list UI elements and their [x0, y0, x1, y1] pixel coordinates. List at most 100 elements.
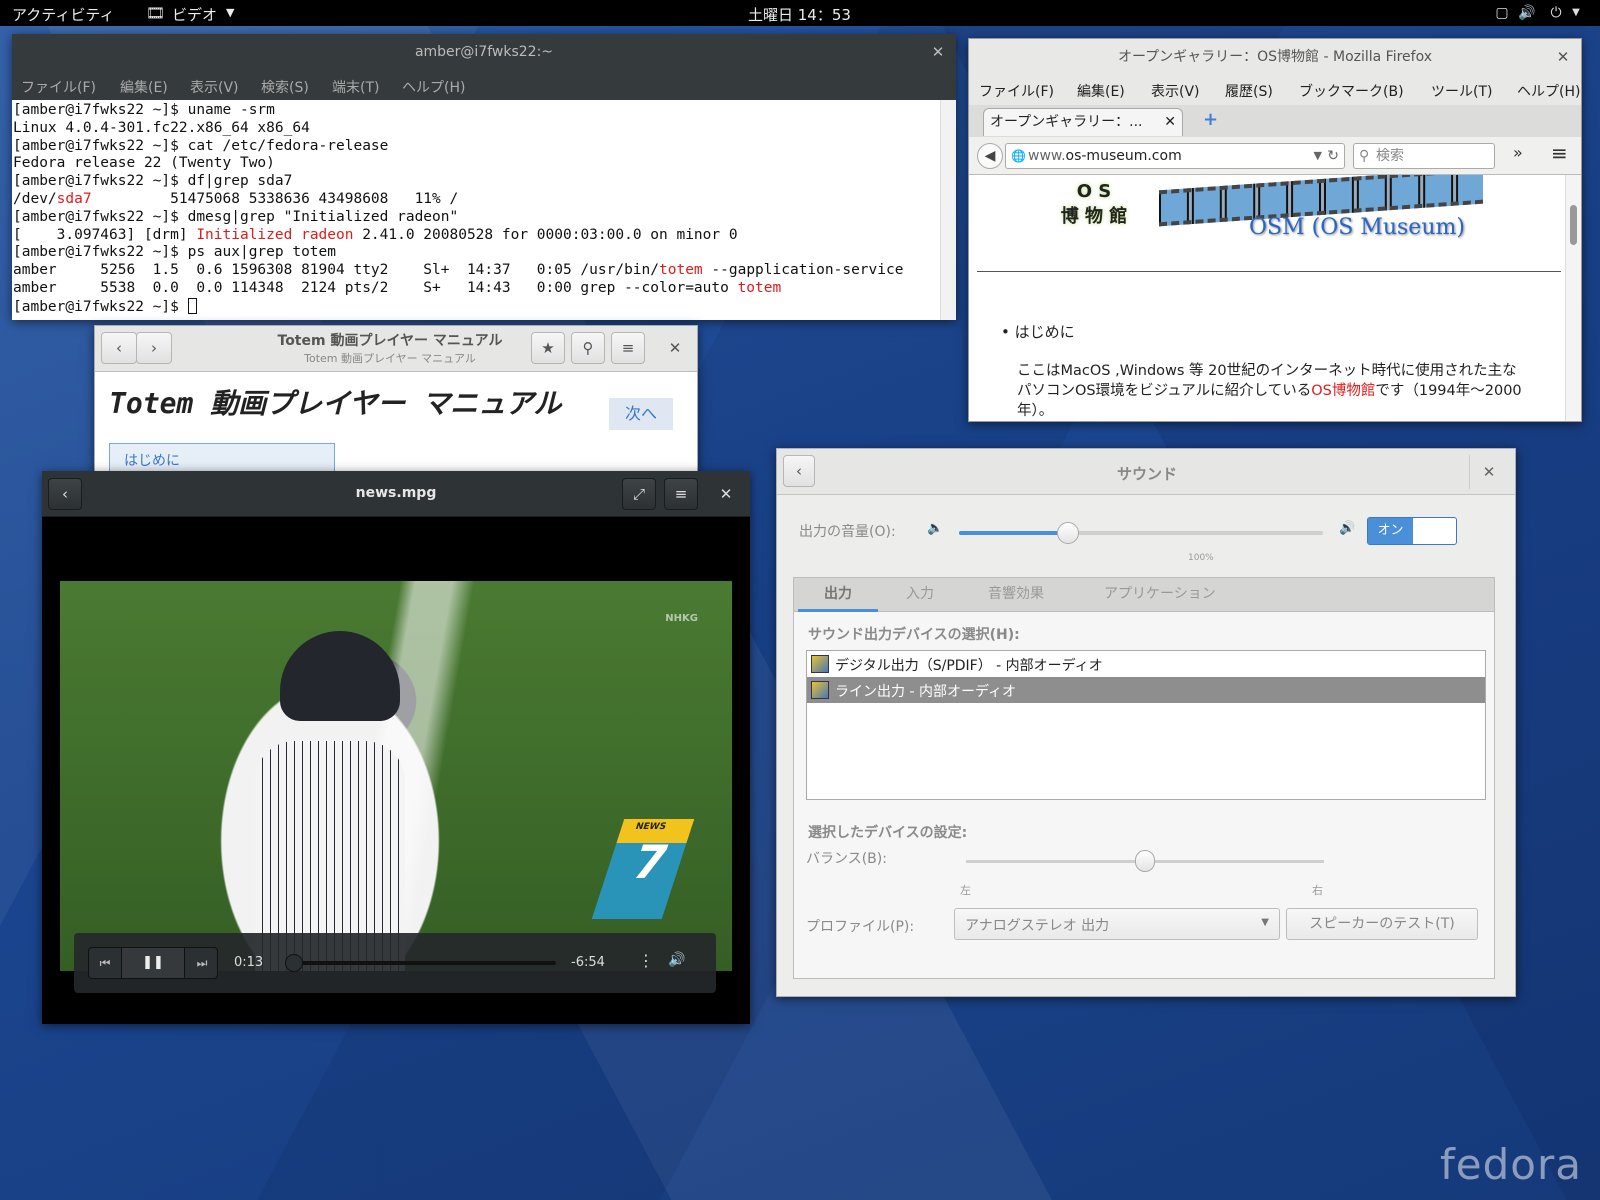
os-museum-link[interactable]: OS博物館: [1311, 383, 1375, 399]
logo-top: O S: [1076, 181, 1112, 202]
sound-tabs-panel: 出力 入力 音響効果 アプリケーション サウンド出力デバイスの選択(H): デジ…: [793, 577, 1495, 979]
next-link[interactable]: 次へ: [609, 398, 673, 430]
close-icon[interactable]: ✕: [1164, 109, 1176, 135]
back-button[interactable]: ‹: [101, 332, 137, 364]
toggle-on-label: オン: [1368, 518, 1413, 544]
url-bar[interactable]: 🌐 www.os-museum.com ▼ ↻: [1005, 143, 1345, 169]
pause-icon[interactable]: ❚❚: [121, 948, 185, 978]
menu-view[interactable]: 表示(V): [190, 77, 239, 97]
toc-intro[interactable]: はじめに: [109, 443, 335, 472]
menu-button[interactable]: ≡: [611, 332, 645, 364]
chevron-down-icon[interactable]: ▼: [1568, 5, 1584, 21]
menu-edit[interactable]: 編集(E): [120, 77, 168, 97]
terminal-line: Linux 4.0.4-301.fc22.x86_64 x86_64: [13, 120, 940, 138]
more-options-icon[interactable]: ⋮: [638, 951, 654, 970]
transport-group: ⏮ ❚❚ ⏭: [88, 947, 218, 979]
device-row[interactable]: デジタル出力（S/PDIF） - 内部オーディオ: [807, 651, 1485, 677]
test-speakers-button[interactable]: スピーカーのテスト(T): [1286, 908, 1478, 940]
bookmark-button[interactable]: ★: [531, 332, 565, 364]
terminal-text: Linux 4.0.4-301.fc22.x86_64 x86_64: [13, 119, 310, 136]
clock[interactable]: 土曜日 14：53: [748, 4, 851, 25]
help-subtitle: Totem 動画プレイヤー マニュアル: [304, 352, 476, 365]
menu-view[interactable]: 表示(V): [1151, 81, 1200, 101]
terminal-text: amber 5256 1.5 0.6 1596308 81904 tty2 Sl…: [13, 262, 660, 279]
audio-device-icon: [811, 655, 829, 673]
next-icon[interactable]: ⏭: [185, 948, 219, 978]
new-tab-icon[interactable]: +: [1203, 109, 1218, 130]
page-scrollbar[interactable]: [1565, 175, 1581, 421]
video-frame[interactable]: NHKG NEWS 7: [60, 581, 732, 971]
tab-applications[interactable]: アプリケーション: [1104, 578, 1216, 612]
close-icon[interactable]: ✕: [665, 338, 685, 358]
activities-button[interactable]: アクティビティ: [12, 4, 114, 25]
power-icon[interactable]: ⏻: [1548, 5, 1564, 21]
menu-help[interactable]: ヘルプ(H): [402, 77, 465, 97]
back-icon[interactable]: ◀: [977, 143, 1003, 169]
close-icon[interactable]: ✕: [716, 484, 736, 504]
hamburger-menu-icon[interactable]: ≡: [1551, 141, 1568, 165]
close-icon[interactable]: ✕: [1553, 47, 1573, 67]
os-museum-logo[interactable]: O S 博 物 館: [1053, 181, 1135, 239]
help-title: Totem 動画プレイヤー マニュアル: [277, 333, 503, 349]
volume-icon[interactable]: 🔊: [1518, 5, 1535, 21]
menu-history[interactable]: 履歴(S): [1225, 81, 1273, 101]
tab-output[interactable]: 出力: [798, 578, 878, 612]
terminal-text: /dev/: [13, 190, 57, 207]
tab-input[interactable]: 入力: [906, 578, 934, 612]
highlighted-match: totem: [659, 262, 703, 279]
cursor: [187, 297, 197, 314]
menu-bookmarks[interactable]: ブックマーク(B): [1299, 81, 1404, 101]
output-device-list[interactable]: デジタル出力（S/PDIF） - 内部オーディオ ライン出力 - 内部オーディオ: [806, 650, 1486, 800]
menu-terminal[interactable]: 端末(T): [332, 77, 379, 97]
help-heading: Totem 動画プレイヤー マニュアル: [109, 387, 562, 420]
chevron-down-icon: ▼: [1261, 917, 1269, 928]
close-icon[interactable]: ✕: [1479, 462, 1499, 482]
balance-slider[interactable]: [966, 850, 1324, 872]
batter-helmet: [280, 631, 400, 721]
seek-handle[interactable]: [285, 954, 304, 972]
hamburger-menu-icon: ≡: [621, 339, 635, 357]
news-logo-text: NEWS: [634, 822, 668, 832]
tab-sound-effects[interactable]: 音響効果: [988, 578, 1044, 612]
output-volume-slider[interactable]: [959, 522, 1323, 544]
forward-button[interactable]: ›: [136, 332, 172, 364]
elapsed-time: 0:13: [234, 955, 264, 970]
volume-handle[interactable]: [1057, 522, 1080, 544]
menu-file[interactable]: ファイル(F): [21, 77, 96, 97]
para-line-3: 年）。: [1017, 403, 1054, 419]
seek-bar[interactable]: [285, 954, 556, 972]
intro-paragraph: ここはMacOS ,Windows 等 20世紀のインターネット時代に使用された…: [1017, 361, 1565, 421]
menu-help[interactable]: ヘルプ(H): [1517, 81, 1580, 101]
close-icon[interactable]: ✕: [928, 42, 948, 62]
search-button[interactable]: ⚲: [571, 332, 605, 364]
search-input[interactable]: ⚲ 検索: [1353, 143, 1495, 169]
scroll-thumb[interactable]: [1570, 205, 1577, 245]
terminal-text: [amber@i7fwks22 ~]$ cat /etc/fedora-rele…: [13, 137, 389, 154]
mute-toggle[interactable]: オン: [1367, 517, 1457, 545]
volume-100-mark: 100%: [1188, 553, 1214, 563]
previous-icon[interactable]: ⏮: [89, 948, 121, 978]
tab-os-museum[interactable]: オープンギャラリー：... ✕: [983, 108, 1183, 136]
menu-search[interactable]: 検索(S): [261, 77, 309, 97]
overflow-icon[interactable]: »: [1513, 143, 1523, 162]
menu-tools[interactable]: ツール(T): [1431, 81, 1492, 101]
terminal-scrollbar[interactable]: [940, 100, 956, 320]
terminal-text: [ 3.097463] [drm]: [13, 226, 197, 243]
menu-edit[interactable]: 編集(E): [1077, 81, 1125, 101]
banner-title: OSM (OS Museum): [1249, 215, 1465, 240]
device-row[interactable]: ライン出力 - 内部オーディオ: [807, 677, 1485, 703]
profile-dropdown[interactable]: アナログステレオ 出力 ▼: [954, 908, 1280, 940]
reload-icon[interactable]: ↻: [1327, 144, 1339, 168]
volume-icon[interactable]: 🔊: [668, 952, 685, 968]
app-menu[interactable]: ビデオ: [172, 4, 217, 25]
terminal-line: [ 3.097463] [drm] Initialized radeon 2.4…: [13, 227, 940, 245]
menu-file[interactable]: ファイル(F): [979, 81, 1054, 101]
fullscreen-button[interactable]: ⤢: [622, 478, 656, 510]
channel-watermark: NHKG: [665, 613, 698, 624]
screen-icon[interactable]: ▢: [1494, 5, 1510, 21]
terminal-output[interactable]: [amber@i7fwks22 ~]$ uname -srm Linux 4.0.…: [12, 100, 940, 320]
balance-left-mark: 左: [960, 884, 971, 897]
menu-button[interactable]: ≡: [664, 478, 698, 510]
chevron-down-icon[interactable]: ▼: [1314, 144, 1322, 168]
balance-handle[interactable]: [1135, 850, 1155, 872]
